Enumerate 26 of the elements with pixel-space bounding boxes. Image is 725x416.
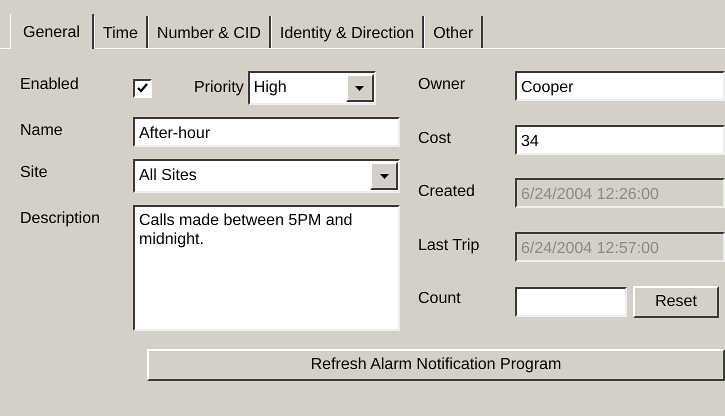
checkbox[interactable] — [133, 78, 152, 98]
owner-field[interactable]: Cooper — [515, 71, 725, 101]
tab[interactable]: Identity & Direction — [270, 16, 424, 48]
site-dropdown[interactable]: All Sites — [133, 159, 400, 193]
tab[interactable]: Time — [94, 16, 148, 48]
field-label: Site — [20, 163, 49, 182]
refresh-button[interactable]: Refresh Alarm Notification Program — [147, 349, 725, 381]
field-label: Cost — [418, 128, 452, 148]
field-label: Priority — [193, 79, 245, 97]
field-label: Count — [418, 289, 462, 308]
check-icon — [137, 83, 148, 93]
description-field[interactable]: Calls made between 5PM and midnight. — [133, 205, 400, 331]
tab[interactable]: Other — [424, 16, 484, 48]
field-label: Description — [20, 209, 102, 228]
name-field[interactable]: After-hour — [133, 117, 400, 147]
priority-dropdown[interactable]: High — [248, 71, 376, 105]
count-field[interactable] — [515, 287, 627, 318]
field-label: Enabled — [20, 75, 80, 94]
field-label: Created — [418, 182, 476, 202]
tab[interactable]: Number & CID — [148, 16, 271, 48]
field-label: Last Trip — [418, 236, 480, 255]
reset-button[interactable]: Reset — [633, 286, 719, 318]
cost-field[interactable]: 34 — [515, 124, 725, 155]
field-label: Name — [20, 121, 64, 140]
tab[interactable]: General — [10, 14, 94, 49]
field-label: Owner — [418, 75, 466, 94]
